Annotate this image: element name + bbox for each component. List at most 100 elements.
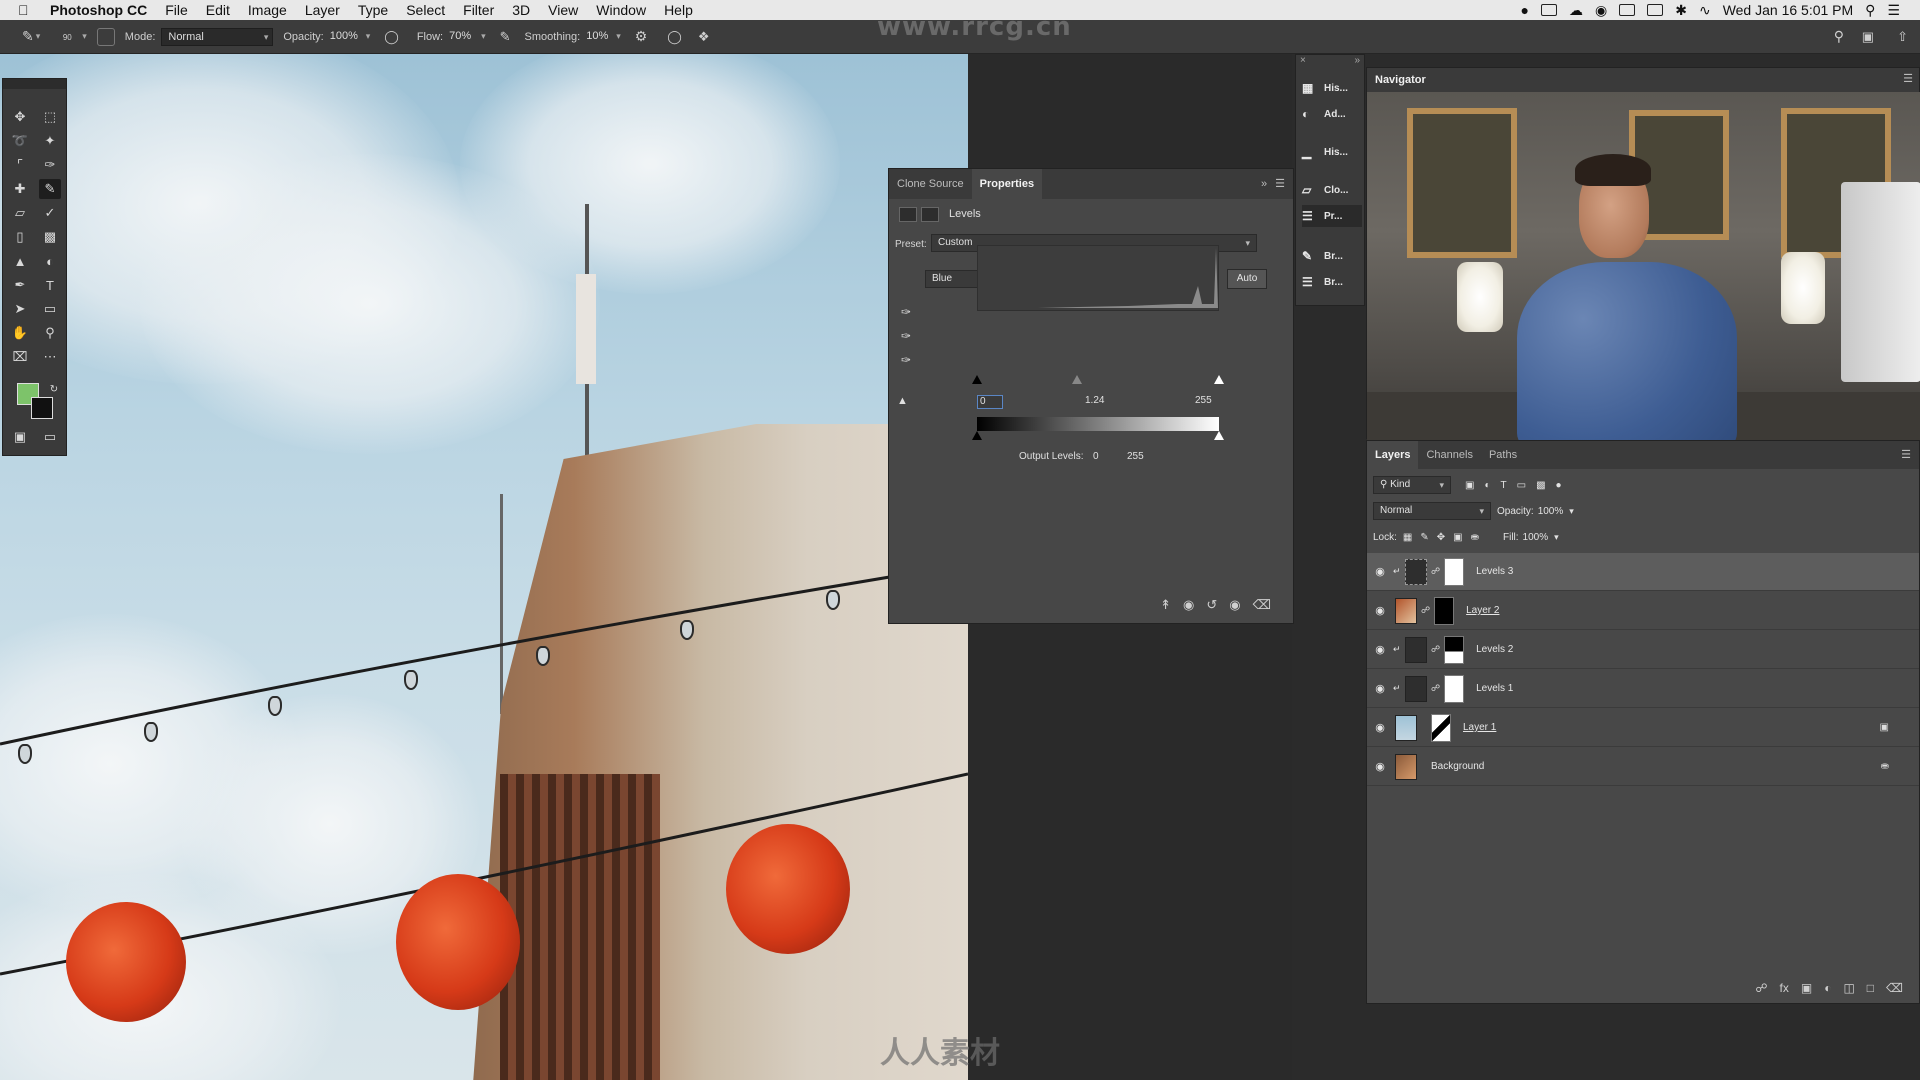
filter-type-icon[interactable]: T (1501, 480, 1507, 491)
clip-to-layer-icon[interactable]: ↟ (1160, 597, 1171, 613)
airplay-icon[interactable] (1647, 4, 1664, 16)
collapse-icon[interactable]: » (1261, 169, 1275, 199)
link-layers-icon[interactable]: ☍ (1755, 981, 1767, 995)
menu-file[interactable]: File (165, 2, 188, 18)
lock-all-icon[interactable]: ⛂ (1471, 532, 1479, 543)
tab-properties[interactable]: Properties (971, 169, 1043, 199)
panel-properties[interactable]: ☰ Pr... (1302, 205, 1362, 227)
panel-clone-source[interactable]: ▱ Clo... (1302, 179, 1362, 201)
panel-adjustments[interactable]: ◐ Ad... (1302, 103, 1362, 125)
input-black-slider[interactable] (972, 375, 982, 384)
swap-colors-icon[interactable]: ↻ (43, 379, 65, 399)
expand-icon[interactable]: » (1354, 55, 1360, 66)
panel-brushes[interactable]: ✎ Br... (1302, 245, 1362, 267)
path-selection-icon[interactable]: ➤ (9, 299, 31, 319)
blend-mode-select[interactable]: Normal ▾ (1373, 502, 1491, 520)
filter-adjustment-icon[interactable]: ◐ (1484, 480, 1490, 491)
layer-mask-thumb[interactable] (1434, 596, 1455, 625)
output-white-slider[interactable] (1214, 431, 1224, 440)
input-gamma-slider[interactable] (1072, 375, 1082, 384)
app-menu[interactable]: Photoshop CC (50, 2, 147, 18)
blur-tool-icon[interactable]: ▲ (9, 251, 31, 271)
trash-icon[interactable]: ⌫ (1886, 981, 1903, 995)
link-icon[interactable]: ☍ (1431, 644, 1440, 655)
shape-tool-icon[interactable]: ▭ (39, 299, 61, 319)
trash-icon[interactable]: ⌫ (1253, 597, 1271, 613)
layer-row[interactable]: ◉ ↵ ☍ Levels 2 (1367, 631, 1919, 669)
layer-mask-thumb[interactable] (1444, 557, 1465, 586)
view-previous-icon[interactable]: ◉ (1183, 597, 1194, 613)
screen-record-icon[interactable] (1541, 4, 1557, 16)
opacity-caret-icon[interactable]: ▾ (366, 31, 371, 42)
brush-settings-icon[interactable] (96, 27, 115, 46)
tab-clone-source[interactable]: Clone Source (889, 169, 972, 199)
close-icon[interactable]: × (1300, 55, 1306, 66)
pressure-opacity-icon[interactable]: ◯ (384, 29, 399, 45)
spotlight-icon[interactable]: ⚲ (1865, 2, 1875, 19)
output-white-field[interactable]: 255 (1127, 451, 1144, 462)
input-gamma-field[interactable]: 1.24 (1085, 395, 1104, 406)
eye-icon[interactable]: ◉ (1367, 682, 1393, 695)
type-tool-icon[interactable]: T (39, 275, 61, 295)
panel-grip[interactable] (3, 79, 66, 89)
black-point-eyedropper-icon[interactable]: ✑ (901, 305, 917, 321)
tab-channels[interactable]: Channels (1418, 441, 1480, 469)
lock-icon[interactable]: ⛂ (1881, 761, 1889, 772)
opacity-field[interactable]: 100% (1538, 506, 1564, 517)
link-icon[interactable]: ☍ (1431, 683, 1440, 694)
tab-layers[interactable]: Layers (1367, 441, 1419, 469)
creative-cloud-icon[interactable]: ● (1521, 2, 1529, 18)
chevron-down-icon[interactable]: ▾ (1554, 532, 1559, 543)
menu-help[interactable]: Help (664, 2, 693, 18)
layer-name[interactable]: Levels 2 (1476, 644, 1513, 655)
layer-name[interactable]: Layer 1 (1463, 722, 1496, 733)
panel-menu-icon[interactable]: ☰ (1903, 72, 1913, 85)
smoothing-caret-icon[interactable]: ▾ (616, 31, 621, 42)
history-brush-icon[interactable]: ✓ (39, 203, 61, 223)
eye-icon[interactable]: ◉ (1367, 565, 1393, 578)
marquee-tool-icon[interactable]: ⬚ (39, 107, 61, 127)
fill-field[interactable]: 100% (1523, 532, 1549, 543)
display-icon[interactable] (1619, 4, 1636, 16)
navigator-title[interactable]: Navigator (1367, 68, 1919, 92)
eyedropper-tool-icon[interactable]: ✑ (39, 155, 61, 175)
notification-icon[interactable]: ☰ (1887, 2, 1900, 19)
layer-mask-icon[interactable] (921, 206, 939, 222)
wifi-icon[interactable]: ∿ (1699, 2, 1711, 19)
mode-select[interactable]: Normal ▾ (161, 27, 274, 46)
panel-menu-icon[interactable]: ☰ (1275, 169, 1293, 199)
brush-tool-icon[interactable]: ✎ (39, 179, 61, 199)
lock-image-icon[interactable]: ✎ (1420, 532, 1428, 543)
output-black-slider[interactable] (972, 431, 982, 440)
reset-icon[interactable]: ↺ (1206, 597, 1217, 613)
layer-mask-thumb[interactable] (1444, 674, 1465, 703)
link-icon[interactable]: ☍ (1421, 605, 1430, 616)
new-layer-icon[interactable]: □ (1867, 981, 1874, 995)
layer-mask-thumb[interactable] (1431, 713, 1451, 742)
input-black-field[interactable]: 0 (977, 395, 1003, 409)
workspace-icon[interactable]: ▣ (1862, 29, 1874, 45)
menu-edit[interactable]: Edit (206, 2, 230, 18)
bluetooth-icon[interactable]: ✱ (1675, 2, 1687, 19)
more-tools-icon[interactable]: ⋯ (39, 347, 61, 367)
adjustment-layer-icon[interactable]: ◐ (1824, 981, 1831, 995)
chevron-down-icon[interactable]: ▾ (1569, 506, 1574, 517)
panel-histogram[interactable]: ▁ His... (1302, 141, 1362, 163)
flow-caret-icon[interactable]: ▾ (481, 31, 486, 42)
menu-select[interactable]: Select (406, 2, 445, 18)
white-point-eyedropper-icon[interactable]: ✑ (901, 353, 917, 369)
eye-icon[interactable]: ◉ (1367, 760, 1393, 773)
move-tool-icon[interactable]: ✥ (9, 107, 31, 127)
search-icon[interactable]: ⚲ (1834, 28, 1844, 45)
filter-toggle-icon[interactable]: ● (1556, 480, 1562, 491)
magic-wand-icon[interactable]: ✦ (39, 131, 61, 151)
document-canvas[interactable] (0, 54, 968, 1080)
menu-image[interactable]: Image (248, 2, 287, 18)
layer-name[interactable]: Levels 1 (1476, 683, 1513, 694)
fx-icon[interactable]: fx (1780, 981, 1789, 995)
layer-row[interactable]: ◉ ↵ ☍ Levels 1 (1367, 670, 1919, 708)
visibility-icon[interactable]: ◉ (1229, 597, 1240, 613)
eye-icon[interactable]: ◉ (1367, 721, 1393, 734)
menu-type[interactable]: Type (358, 2, 388, 18)
folder-icon[interactable]: ◫ (1843, 981, 1854, 995)
